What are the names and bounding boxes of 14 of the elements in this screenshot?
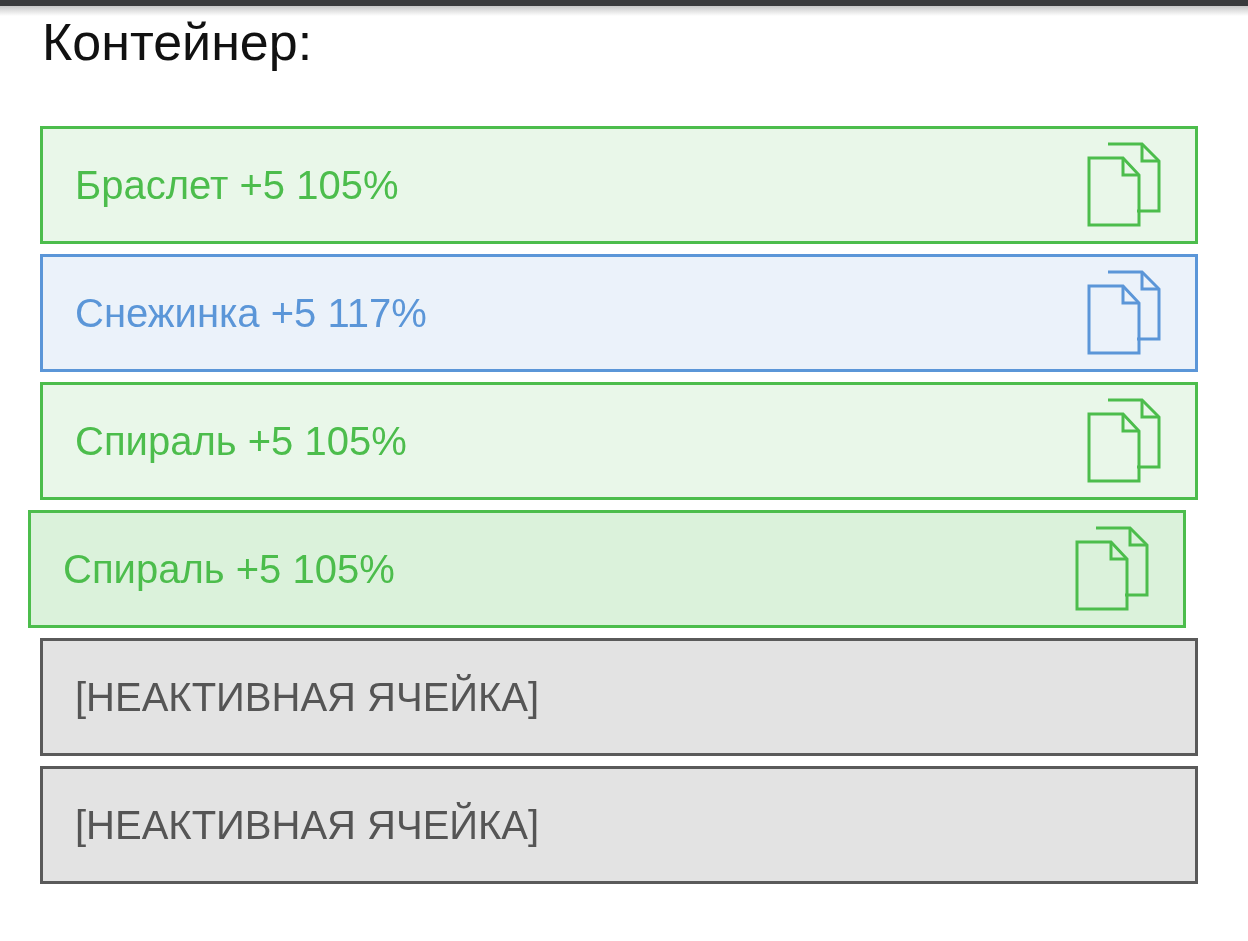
item-label: Браслет +5 105% xyxy=(75,162,399,208)
copy-icon[interactable] xyxy=(1087,142,1161,228)
item-label: Спираль +5 105% xyxy=(63,546,395,592)
item-label: Снежинка +5 117% xyxy=(75,290,427,336)
copy-icon[interactable] xyxy=(1075,526,1149,612)
inactive-label: [НЕАКТИВНАЯ ЯЧЕЙКА] xyxy=(75,674,540,720)
item-cell[interactable]: Браслет +5 105% xyxy=(40,126,1198,244)
item-cell[interactable]: Снежинка +5 117% xyxy=(40,254,1198,372)
inactive-label: [НЕАКТИВНАЯ ЯЧЕЙКА] xyxy=(75,802,540,848)
item-cell[interactable]: Спираль +5 105% xyxy=(40,382,1198,500)
item-label: Спираль +5 105% xyxy=(75,418,407,464)
copy-icon[interactable] xyxy=(1087,270,1161,356)
item-cell[interactable]: Спираль +5 105% xyxy=(28,510,1186,628)
copy-icon[interactable] xyxy=(1087,398,1161,484)
